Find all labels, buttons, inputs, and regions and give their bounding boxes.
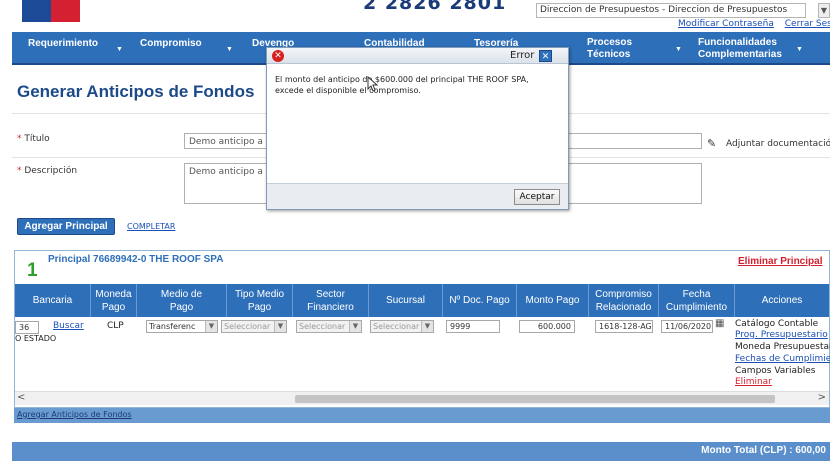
medio-pago-select[interactable]: Transferenc ▼ <box>146 320 218 333</box>
dialog-footer: Aceptar <box>267 183 568 209</box>
chevron-down-icon: ▼ <box>421 321 433 332</box>
sucursal-select[interactable]: Seleccionar ▼ <box>370 320 434 333</box>
nav-compromiso[interactable]: Compromiso ▼ <box>140 32 250 63</box>
nav-funcionalidades-label: Funcionalidades Complementarias <box>698 37 782 60</box>
col-fecha-cumplimiento: Fecha Cumplimiento <box>659 284 735 317</box>
principal-title: Principal 76689942-0 THE ROOF SPA <box>48 254 224 265</box>
doc-pago-input[interactable]: 9999 <box>446 320 500 333</box>
logout-link[interactable]: Cerrar Sesión <box>785 19 830 29</box>
col-sucursal: Sucursal <box>369 284 443 317</box>
fechas-cumplimiento-link[interactable]: Fechas de Cumplimiento <box>735 354 830 364</box>
chevron-down-icon: ▼ <box>796 46 803 53</box>
fecha-input[interactable]: 11/06/2020 <box>661 320 713 333</box>
accept-button[interactable]: Aceptar <box>514 189 560 205</box>
catalogo-contable-text: Catálogo Contable <box>735 319 819 329</box>
dialog-titlebar[interactable]: ✕ Error ✕ <box>267 48 568 64</box>
error-dialog: ✕ Error ✕ El monto del anticipo de $600.… <box>266 47 569 210</box>
col-tipo-medio-pago: Tipo Medio Pago <box>227 284 293 317</box>
scroll-left-icon[interactable]: < <box>17 392 25 403</box>
nav-requerimiento-label: Requerimiento <box>28 38 99 49</box>
descripcion-label: * Descripción <box>17 166 78 176</box>
nav-compromiso-label: Compromiso <box>140 38 202 49</box>
col-monto-pago: Monto Pago <box>517 284 589 317</box>
delete-principal-link[interactable]: Eliminar Principal <box>738 256 822 267</box>
department-select-arrow-icon[interactable]: ▼ <box>818 3 830 18</box>
grid-header: Bancaria Moneda Pago Medio de Pago Tipo … <box>15 284 829 317</box>
moneda-presupuestaria-text: Moneda Presupuestaria <box>735 342 830 352</box>
chevron-down-icon: ▼ <box>205 321 217 332</box>
scrollbar-thumb[interactable] <box>295 395 775 403</box>
col-bancaria: Bancaria <box>15 284 91 317</box>
add-principal-button[interactable]: Agregar Principal <box>17 218 115 235</box>
bancaria-input[interactable]: 36 <box>15 321 39 334</box>
eliminar-row-link[interactable]: Eliminar <box>735 377 772 387</box>
col-sector-financiero: Sector Financiero <box>293 284 369 317</box>
add-anticipos-link[interactable]: Agregar Anticipos de Fondos <box>17 410 132 419</box>
tipo-medio-select[interactable]: Seleccionar ▼ <box>221 320 287 333</box>
col-doc-pago: Nº Doc. Pago <box>443 284 517 317</box>
gov-logo <box>22 0 80 22</box>
change-password-link[interactable]: Modificar Contraseña <box>678 19 774 29</box>
top-header: 2 2826 2801 Direccion de Presupuestos - … <box>0 0 830 32</box>
estado-text: O ESTADO <box>15 334 57 343</box>
compromiso-input[interactable]: 1618-128-AG2 <box>595 320 653 333</box>
page-title: Generar Anticipos de Fondos <box>17 82 255 101</box>
monto-total: Monto Total (CLP) : 600,00 <box>701 445 826 456</box>
monto-input[interactable]: 600.000 <box>519 320 575 333</box>
campos-variables-text: Campos Variables <box>735 366 816 376</box>
chevron-down-icon: ▼ <box>274 321 286 332</box>
sector-select[interactable]: Seleccionar ▼ <box>296 320 362 333</box>
calendar-icon[interactable]: ▦ <box>715 318 724 329</box>
nav-procesos-label: Procesos Técnicos <box>587 37 633 60</box>
col-acciones: Acciones <box>761 295 803 306</box>
dialog-title: Error <box>510 50 535 61</box>
close-icon[interactable]: ✕ <box>539 50 552 62</box>
scroll-right-icon[interactable]: > <box>818 392 826 403</box>
moneda-value: CLP <box>107 321 124 331</box>
attach-documentation-link[interactable]: Adjuntar documentación <box>726 139 830 149</box>
nav-procesos-tecnicos[interactable]: Procesos Técnicos ▼ <box>587 32 687 63</box>
principal-number: 1 <box>27 260 38 281</box>
logo-blue-block <box>22 0 51 22</box>
account-links: Modificar Contraseña Cerrar Sesión <box>678 19 830 29</box>
col-medio-pago: Medio de Pago <box>137 284 227 317</box>
completar-link[interactable]: COMPLETAR <box>127 222 175 231</box>
chevron-down-icon: ▼ <box>675 46 682 53</box>
col-compromiso: Compromiso Relacionado <box>589 284 659 317</box>
department-select[interactable]: Direccion de Presupuestos - Direccion de… <box>536 3 806 18</box>
horizontal-scrollbar[interactable]: < > <box>15 391 829 405</box>
paperclip-icon[interactable]: ✎ <box>707 137 716 150</box>
prog-presupuestario-link[interactable]: Prog. Presupuestario <box>735 330 828 340</box>
chevron-down-icon: ▼ <box>226 46 233 53</box>
principal-panel: 1 Principal 76689942-0 THE ROOF SPA Elim… <box>14 250 830 408</box>
nav-funcionalidades[interactable]: Funcionalidades Complementarias ▼ <box>698 32 818 63</box>
dialog-message: El monto del anticipo de $600.000 del pr… <box>275 75 529 95</box>
buscar-link[interactable]: Buscar <box>53 321 84 331</box>
col-moneda-pago: Moneda Pago <box>91 284 137 317</box>
error-icon: ✕ <box>272 50 284 62</box>
total-bar: Monto Total (CLP) : 600,00 <box>12 442 830 461</box>
logo-red-block <box>51 0 80 22</box>
add-anticipos-bar: Agregar Anticipos de Fondos <box>14 408 830 423</box>
phone-number: 2 2826 2801 <box>363 0 507 14</box>
nav-requerimiento[interactable]: Requerimiento ▼ <box>28 32 128 63</box>
chevron-down-icon: ▼ <box>349 321 361 332</box>
chevron-down-icon: ▼ <box>116 46 123 53</box>
titulo-label: * Título <box>17 134 50 144</box>
mouse-cursor-icon <box>367 76 379 92</box>
